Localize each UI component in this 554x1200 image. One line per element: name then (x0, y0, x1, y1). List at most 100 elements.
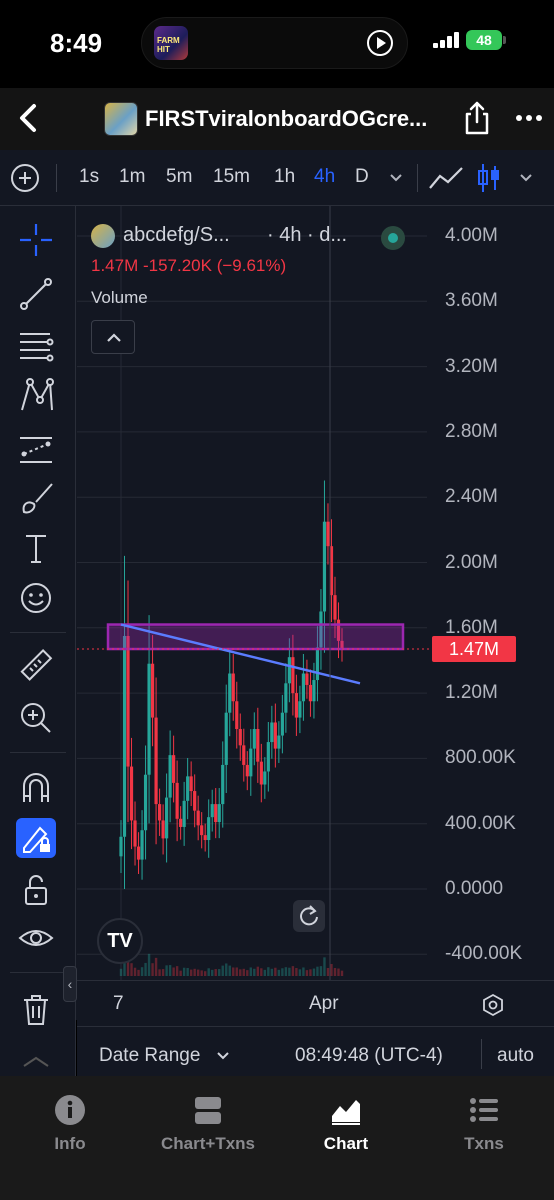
candle-body (129, 766, 134, 821)
chart-settings-icon[interactable] (481, 993, 505, 1017)
legend-symbol[interactable]: abcdefg/S... (123, 224, 230, 247)
legend-volume-label[interactable]: Volume (91, 288, 148, 308)
island-app-text: FARM HIT (157, 36, 180, 54)
volume-bar (330, 964, 333, 976)
chart-footer: Date Range 08:49:48 (UTC-4) auto (77, 1026, 554, 1082)
projection-tool[interactable] (16, 428, 56, 468)
tab-info[interactable]: Info (0, 1094, 140, 1164)
zoom-tool[interactable] (16, 698, 56, 738)
line-chart-type-icon[interactable] (428, 164, 464, 192)
date-range-button[interactable]: Date Range (99, 1045, 200, 1067)
price-tick: 3.20M (445, 355, 498, 377)
market-status-icon[interactable] (381, 226, 405, 250)
candle-body (196, 810, 200, 826)
brush-tool[interactable] (16, 478, 56, 518)
more-tools[interactable] (16, 1052, 56, 1092)
volume-bar (340, 970, 344, 976)
candle-body (157, 804, 162, 821)
price-tick: 2.00M (445, 551, 498, 573)
tab-txns[interactable]: Txns (414, 1094, 554, 1164)
price-tick: 1.20M (445, 682, 498, 704)
magnet-tool[interactable] (16, 768, 56, 808)
pattern-tool[interactable] (16, 376, 56, 416)
volume-bar (140, 967, 144, 976)
interval-5m[interactable]: 5m (166, 166, 192, 188)
candle-body (140, 830, 144, 860)
candles-chart-type-icon[interactable] (476, 162, 502, 194)
chart-type-chevron-down-icon[interactable] (517, 168, 535, 186)
interval-15m[interactable]: 15m (213, 166, 250, 188)
list-icon (470, 1098, 498, 1122)
crosshair-tool[interactable] (16, 220, 56, 260)
fib-tool[interactable] (16, 324, 56, 364)
interval-1h[interactable]: 1h (274, 166, 295, 188)
candle-body (165, 797, 169, 839)
add-symbol-button[interactable] (11, 164, 39, 192)
candle-body (136, 846, 141, 860)
measure-tool[interactable] (16, 646, 56, 686)
candle-body (294, 693, 298, 718)
price-tick: 800.00K (445, 747, 516, 769)
back-chevron-icon[interactable] (14, 102, 44, 134)
candle-body (308, 684, 313, 702)
resistance-zone (106, 623, 405, 651)
lock-drawings-tool[interactable] (16, 870, 56, 910)
candlestick-chart[interactable] (77, 206, 554, 980)
auto-scale-button[interactable]: auto (497, 1045, 534, 1067)
candle-body (161, 820, 165, 839)
reset-chart-button[interactable] (293, 900, 325, 932)
chevron-up-icon (23, 1056, 49, 1067)
trend-line-tool[interactable] (16, 274, 56, 314)
volume-bar (274, 967, 277, 976)
price-tick: 0.0000 (445, 878, 504, 899)
candle-body (249, 748, 253, 777)
volume-bar (281, 968, 284, 976)
remove-drawings-tool[interactable] (16, 990, 56, 1030)
interval-1s[interactable]: 1s (79, 166, 99, 188)
more-options-icon[interactable] (514, 106, 544, 130)
tab-chart-txns[interactable]: Chart+Txns (138, 1094, 278, 1164)
candle-body (217, 804, 221, 823)
candle-body (214, 804, 218, 823)
candle-body (179, 818, 183, 827)
play-icon[interactable] (367, 30, 393, 56)
price-tick: 2.80M (445, 420, 498, 442)
volume-bar (246, 970, 249, 976)
interval-4h[interactable]: 4h (314, 166, 335, 188)
tab-chart[interactable]: Chart (276, 1094, 416, 1164)
volume-bar (291, 966, 295, 976)
interval-1m[interactable]: 1m (119, 166, 145, 188)
candle-body (252, 729, 256, 749)
interval-chevron-down-icon[interactable] (387, 168, 405, 186)
volume-bar (211, 969, 214, 976)
chevron-down-icon[interactable] (215, 1047, 231, 1063)
time-tick: 7 (113, 993, 124, 1014)
candle-body (172, 755, 176, 783)
share-icon[interactable] (462, 100, 492, 136)
tradingview-logo[interactable]: TV (97, 918, 143, 964)
volume-bar (312, 968, 316, 976)
volume-bar (337, 968, 340, 976)
text-tool[interactable] (16, 528, 56, 568)
candle-body (228, 673, 232, 713)
stay-in-drawing-mode-tool[interactable] (16, 818, 56, 858)
volume-bar (235, 967, 238, 976)
emoji-tool[interactable] (16, 578, 56, 618)
toolbar-collapse-handle[interactable]: ‹ (63, 966, 77, 1002)
volume-bar (326, 968, 330, 976)
hide-drawings-tool[interactable] (16, 918, 56, 958)
bottom-tab-bar: Info Chart+Txns Chart Txns (0, 1076, 554, 1200)
candle-body (315, 647, 320, 681)
collapse-legend-button[interactable] (91, 320, 135, 354)
dynamic-island[interactable]: FARM HIT (141, 17, 408, 69)
candle-body (224, 712, 228, 765)
price-chart[interactable]: abcdefg/S... · 4h · d... 1.47M -157.20K … (77, 206, 554, 1020)
interval-d[interactable]: D (355, 166, 369, 188)
volume-bar (144, 962, 147, 976)
time-axis[interactable]: 7 Apr (77, 980, 554, 1026)
timezone-clock[interactable]: 08:49:48 (UTC-4) (295, 1045, 443, 1067)
chevron-up-icon (107, 333, 121, 342)
volume-bar (158, 969, 161, 976)
candle-body (301, 673, 306, 702)
page-title: FIRSTviralonboardOGcre... (145, 106, 428, 131)
